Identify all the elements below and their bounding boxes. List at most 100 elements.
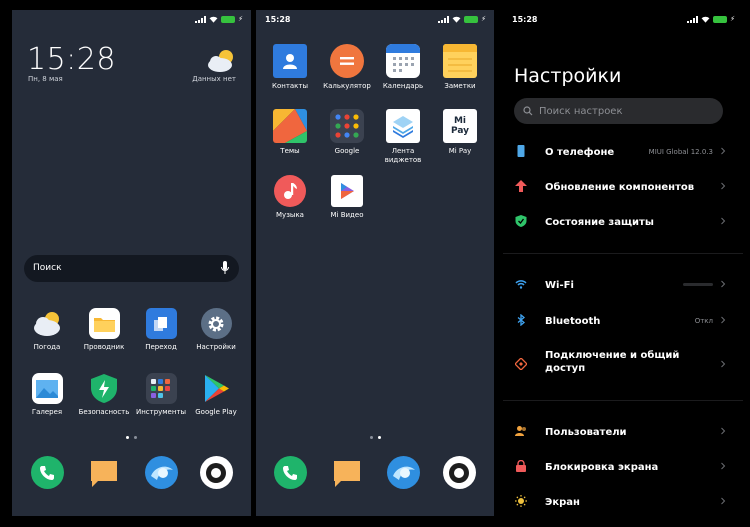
chevron-right-icon — [721, 182, 726, 190]
search-placeholder: Поиск — [33, 263, 62, 273]
clock-widget[interactable]: 15:28 — [27, 42, 116, 77]
app-google-folder[interactable]: Google — [319, 109, 375, 156]
microphone-icon[interactable] — [221, 261, 229, 275]
dock-messages[interactable] — [76, 456, 132, 489]
app-mi-video[interactable]: Mi Видео — [319, 175, 375, 220]
row-label: Блокировка экрана — [545, 462, 659, 473]
settings-row-connection-sharing[interactable]: Подключение и общий доступ — [503, 344, 743, 384]
lock-icon — [516, 460, 526, 472]
app-file-manager[interactable]: Проводник — [76, 308, 132, 352]
search-bar[interactable]: Поиск — [24, 255, 239, 282]
app-label: Калькулятор — [323, 82, 371, 90]
app-calendar[interactable]: Календарь — [375, 44, 431, 91]
settings-screen: 15:28 ⚡ Настройки Поиск настроек О телеф… — [503, 10, 743, 516]
chevron-right-icon — [721, 360, 726, 368]
app-drawer-screen: 15:28 ⚡ Контакты Калькулятор Календарь З… — [256, 10, 494, 516]
app-transfer[interactable]: Переход — [133, 308, 189, 352]
shield-check-icon — [515, 215, 527, 227]
app-music[interactable]: Музыка — [262, 175, 318, 220]
dock-camera[interactable] — [188, 456, 244, 489]
charging-icon: ⚡ — [730, 15, 735, 23]
app-label: Погода — [33, 343, 61, 351]
app-label: Галерея — [31, 408, 63, 416]
play-store-icon — [201, 373, 232, 404]
status-icons: ⚡ — [195, 15, 243, 23]
settings-row-users[interactable]: Пользователи — [503, 416, 743, 446]
app-label: Google — [334, 147, 360, 155]
video-icon — [331, 175, 363, 207]
app-widgets-feed[interactable]: Лента виджетов — [375, 109, 431, 165]
row-value: MIUI Global 12.0.3 — [648, 148, 713, 156]
app-gallery[interactable]: Галерея — [19, 373, 75, 417]
settings-row-display[interactable]: Экран — [503, 486, 743, 516]
page-indicator — [256, 436, 494, 439]
app-label: Проводник — [83, 343, 125, 351]
row-label: Пользователи — [545, 427, 627, 438]
app-label: Заметки — [444, 82, 476, 90]
dock-camera[interactable] — [431, 456, 487, 489]
status-icons: ⚡ — [687, 15, 735, 23]
search-placeholder: Поиск настроек — [539, 106, 623, 117]
notes-icon — [443, 44, 477, 78]
bluetooth-icon — [517, 314, 526, 326]
row-label: Обновление компонентов — [545, 182, 695, 193]
app-notes[interactable]: Заметки — [432, 44, 488, 91]
app-label: Контакты — [271, 82, 309, 90]
chevron-right-icon — [721, 280, 726, 288]
app-contacts[interactable]: Контакты — [262, 44, 318, 91]
app-label: Переход — [145, 343, 177, 351]
home-screen: ⚡ 15:28 Пн, 8 мая Данных нет Поиск Погод… — [12, 10, 251, 516]
browser-icon — [386, 456, 420, 489]
app-label: Google Play — [195, 408, 237, 416]
connection-icon — [515, 358, 527, 370]
settings-row-component-updates[interactable]: Обновление компонентов — [503, 171, 743, 201]
row-label: Экран — [545, 497, 580, 508]
dock-browser[interactable] — [133, 456, 189, 489]
battery-icon — [221, 15, 236, 23]
messages-icon — [331, 456, 364, 489]
app-tools-folder[interactable]: Инструменты — [133, 373, 189, 417]
search-icon — [523, 106, 533, 116]
settings-row-wifi[interactable]: Wi-Fi — [503, 269, 743, 299]
app-label: Инструменты — [135, 408, 187, 416]
dock-messages[interactable] — [319, 456, 375, 489]
settings-search-input[interactable]: Поиск настроек — [514, 98, 723, 124]
app-settings[interactable]: Настройки — [188, 308, 244, 352]
app-google-play[interactable]: Google Play — [188, 373, 244, 417]
settings-row-screen-lock[interactable]: Блокировка экрана — [503, 451, 743, 481]
settings-row-bluetooth[interactable]: Bluetooth Откл — [503, 305, 743, 335]
shield-icon — [89, 373, 120, 404]
section-divider — [503, 400, 743, 401]
contacts-icon — [273, 44, 307, 78]
app-label: Безопасность — [78, 408, 130, 416]
app-themes[interactable]: Темы — [262, 109, 318, 156]
charging-icon: ⚡ — [481, 15, 486, 23]
weather-icon — [32, 308, 63, 339]
camera-icon — [442, 456, 476, 489]
chevron-right-icon — [721, 427, 726, 435]
dock-phone[interactable] — [19, 456, 75, 489]
browser-icon — [144, 456, 178, 489]
app-label: Лента виджетов — [384, 147, 422, 164]
mi-pay-icon: Mi Pay — [443, 109, 477, 143]
camera-icon — [199, 456, 233, 489]
settings-row-protection-status[interactable]: Состояние защиты — [503, 206, 743, 236]
battery-icon — [464, 15, 479, 23]
dock-browser[interactable] — [375, 456, 431, 489]
app-weather[interactable]: Погода — [19, 308, 75, 352]
page-title: Настройки — [514, 65, 622, 87]
transfer-icon — [145, 308, 177, 339]
weather-widget-icon[interactable] — [206, 47, 236, 75]
chevron-right-icon — [721, 147, 726, 155]
row-label: Bluetooth — [545, 316, 601, 327]
settings-row-about-phone[interactable]: О телефоне MIUI Global 12.0.3 — [503, 136, 743, 166]
app-label: Mi Видео — [330, 211, 364, 219]
app-mi-pay[interactable]: Mi Pay Mi Pay — [432, 109, 488, 156]
app-label: Календарь — [382, 82, 424, 90]
status-time: 15:28 — [265, 15, 291, 24]
phone-icon — [30, 456, 64, 489]
dock-phone[interactable] — [262, 456, 318, 489]
app-calculator[interactable]: Калькулятор — [319, 44, 375, 91]
app-security[interactable]: Безопасность — [76, 373, 132, 417]
wifi-status-icon — [209, 16, 218, 23]
